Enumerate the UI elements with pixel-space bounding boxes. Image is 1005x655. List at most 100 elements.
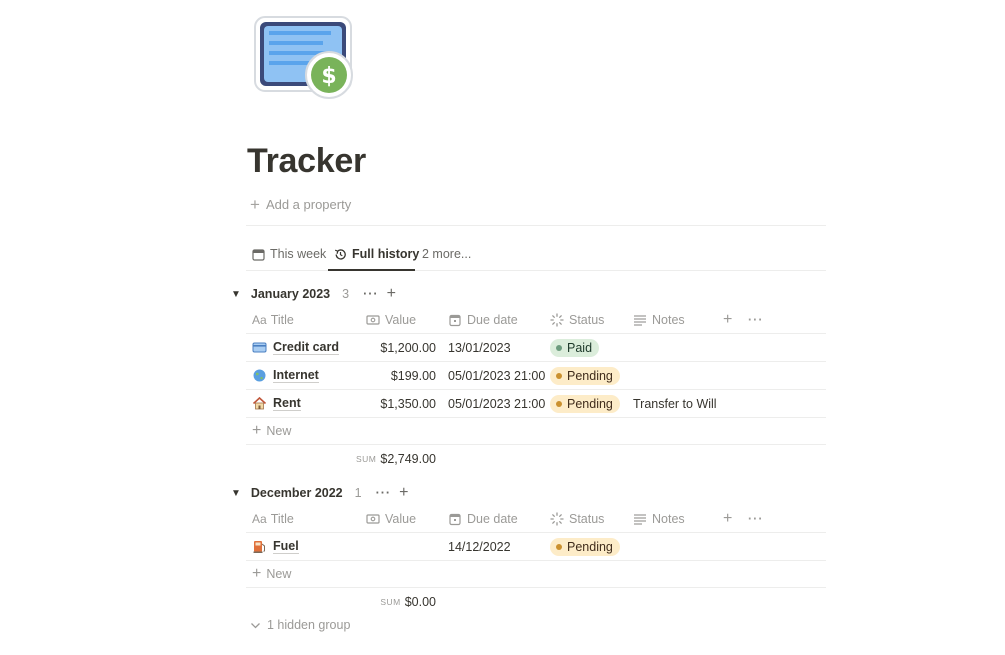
row-status[interactable]: Pending bbox=[550, 362, 620, 389]
text-type-icon: Aa bbox=[252, 511, 267, 526]
row-title[interactable]: Rent bbox=[273, 396, 301, 411]
status-label: Pending bbox=[567, 396, 613, 411]
table-row[interactable]: Internet $199.00 05/01/2023 21:00 Pendin… bbox=[246, 362, 826, 390]
plus-icon: + bbox=[252, 565, 262, 582]
active-tab-indicator bbox=[328, 269, 415, 271]
column-status-label: Status bbox=[569, 312, 605, 327]
row-due-date[interactable]: 14/12/2022 bbox=[448, 533, 511, 560]
history-icon bbox=[334, 248, 346, 260]
row-due-date[interactable]: 13/01/2023 bbox=[448, 334, 511, 361]
new-row-label: New bbox=[266, 567, 292, 581]
hidden-groups-toggle[interactable]: 1 hidden group bbox=[250, 618, 350, 632]
row-status[interactable]: Pending bbox=[550, 533, 620, 560]
plus-icon: + bbox=[252, 422, 262, 439]
table-options-icon[interactable]: ··· bbox=[748, 505, 764, 532]
tab-this-week[interactable]: This week bbox=[252, 247, 326, 261]
group-more-icon[interactable]: ··· bbox=[376, 486, 392, 500]
status-badge: Paid bbox=[550, 338, 600, 357]
column-value[interactable]: Value bbox=[366, 306, 416, 333]
column-title[interactable]: Aa Title bbox=[252, 306, 294, 333]
status-badge: Pending bbox=[550, 394, 620, 413]
sum-value[interactable]: $0.00 bbox=[405, 595, 436, 609]
text-lines-icon bbox=[634, 513, 646, 525]
sum-value[interactable]: $2,749.00 bbox=[380, 452, 436, 466]
column-title-label: Title bbox=[270, 312, 294, 327]
status-icon bbox=[550, 312, 564, 327]
row-title[interactable]: Internet bbox=[273, 368, 319, 383]
row-value[interactable] bbox=[364, 533, 436, 560]
column-due-date[interactable]: Due date bbox=[448, 505, 518, 532]
status-label: Pending bbox=[567, 368, 613, 383]
column-status-label: Status bbox=[569, 511, 605, 526]
add-column-icon[interactable]: + bbox=[723, 306, 732, 333]
column-due-label: Due date bbox=[467, 511, 518, 526]
number-icon bbox=[366, 513, 380, 524]
more-views-label: 2 more... bbox=[422, 247, 472, 261]
view-tabs: This week Full history 2 more... bbox=[246, 240, 826, 271]
hidden-groups-label: 1 hidden group bbox=[267, 618, 351, 632]
column-status[interactable]: Status bbox=[550, 306, 604, 333]
new-row-button[interactable]: + New bbox=[246, 561, 826, 588]
number-icon bbox=[366, 314, 380, 325]
collapse-triangle-icon[interactable]: ▼ bbox=[231, 488, 241, 499]
status-label: Pending bbox=[567, 539, 613, 554]
row-due-date[interactable]: 05/01/2023 21:00 bbox=[448, 390, 545, 417]
status-icon bbox=[550, 511, 564, 526]
column-value[interactable]: Value bbox=[366, 505, 416, 532]
column-value-label: Value bbox=[385, 511, 417, 526]
table-header-row: Aa Title Value Due date Status Notes + ·… bbox=[246, 505, 826, 533]
table-options-icon[interactable]: ··· bbox=[748, 306, 764, 333]
invoice-dollar-icon: $ bbox=[254, 16, 353, 99]
table-row[interactable]: Fuel 14/12/2022 Pending bbox=[246, 533, 826, 561]
group-more-icon[interactable]: ··· bbox=[363, 287, 379, 301]
globe-icon bbox=[253, 369, 266, 382]
column-title[interactable]: Aa Title bbox=[252, 505, 294, 532]
table-row[interactable]: Rent $1,350.00 05/01/2023 21:00 Pending … bbox=[246, 390, 826, 418]
table-december-2022: Aa Title Value Due date Status Notes + ·… bbox=[246, 505, 826, 616]
column-due-date[interactable]: Due date bbox=[448, 306, 518, 333]
row-title[interactable]: Fuel bbox=[273, 539, 299, 554]
svg-text:$: $ bbox=[321, 64, 336, 89]
collapse-triangle-icon[interactable]: ▼ bbox=[231, 289, 241, 300]
credit-card-icon bbox=[252, 342, 267, 353]
sum-label: SUM bbox=[356, 453, 377, 464]
column-status[interactable]: Status bbox=[550, 505, 604, 532]
group-count: 1 bbox=[354, 486, 362, 500]
row-due-date[interactable]: 05/01/2023 21:00 bbox=[448, 362, 545, 389]
table-row[interactable]: Credit card $1,200.00 13/01/2023 Paid bbox=[246, 334, 826, 362]
add-property-button[interactable]: + Add a property bbox=[250, 194, 352, 214]
column-title-label: Title bbox=[270, 511, 294, 526]
add-column-icon[interactable]: + bbox=[723, 505, 732, 532]
group-name[interactable]: January 2023 bbox=[251, 287, 330, 301]
group-name[interactable]: December 2022 bbox=[251, 486, 343, 500]
text-type-icon: Aa bbox=[252, 312, 267, 327]
row-title[interactable]: Credit card bbox=[273, 340, 339, 355]
new-row-label: New bbox=[266, 424, 292, 438]
column-notes[interactable]: Notes bbox=[633, 306, 685, 333]
date-icon bbox=[449, 314, 461, 326]
sum-row: SUM $0.00 bbox=[246, 588, 826, 616]
row-notes[interactable]: Transfer to Will bbox=[633, 390, 717, 417]
row-value[interactable]: $199.00 bbox=[364, 362, 436, 389]
calendar-icon bbox=[252, 248, 265, 261]
fuel-pump-icon bbox=[253, 541, 265, 553]
plus-icon: + bbox=[250, 194, 260, 214]
page-title[interactable]: Tracker bbox=[247, 142, 366, 181]
new-row-button[interactable]: + New bbox=[246, 418, 826, 445]
column-notes[interactable]: Notes bbox=[633, 505, 685, 532]
group-count: 3 bbox=[342, 287, 350, 301]
chevron-down-icon bbox=[251, 622, 260, 628]
tab-full-history[interactable]: Full history bbox=[334, 247, 419, 261]
row-value[interactable]: $1,350.00 bbox=[364, 390, 436, 417]
group-add-icon[interactable]: + bbox=[387, 285, 396, 303]
add-property-label: Add a property bbox=[265, 197, 352, 212]
sum-label: SUM bbox=[380, 596, 401, 607]
row-status[interactable]: Pending bbox=[550, 390, 620, 417]
divider bbox=[246, 225, 826, 226]
more-views-button[interactable]: 2 more... bbox=[422, 247, 471, 261]
status-badge: Pending bbox=[550, 366, 620, 385]
table-header-row: Aa Title Value Due date Status Notes + ·… bbox=[246, 306, 826, 334]
row-value[interactable]: $1,200.00 bbox=[364, 334, 436, 361]
row-status[interactable]: Paid bbox=[550, 334, 600, 361]
group-add-icon[interactable]: + bbox=[399, 484, 408, 502]
